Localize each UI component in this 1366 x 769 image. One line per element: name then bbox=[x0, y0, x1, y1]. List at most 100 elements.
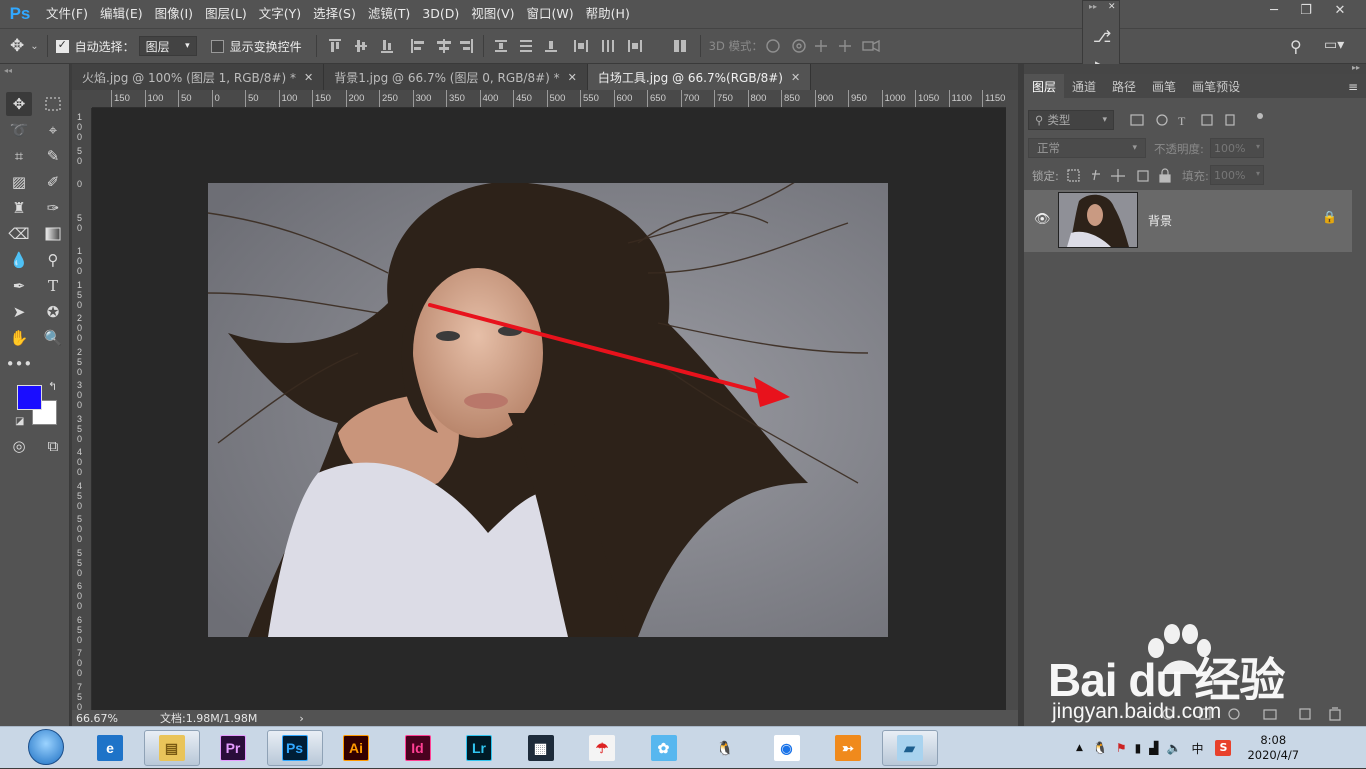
clock[interactable]: 8:08 2020/4/7 bbox=[1247, 733, 1299, 763]
default-colors-icon[interactable]: ◪ bbox=[15, 416, 24, 427]
vertical-scrollbar[interactable] bbox=[1006, 90, 1018, 710]
blur-tool-icon[interactable]: 💧 bbox=[6, 248, 32, 272]
move-tool-icon[interactable]: ✥ bbox=[10, 36, 24, 56]
sogou-icon[interactable]: S bbox=[1215, 740, 1232, 756]
lock-icons[interactable] bbox=[1066, 168, 1176, 184]
filter-icons[interactable]: T bbox=[1128, 112, 1278, 130]
lasso-tool-icon[interactable]: ➰ bbox=[6, 118, 32, 142]
pen-tool-icon[interactable]: ✒ bbox=[6, 274, 32, 298]
expand-icon[interactable]: ▸▸ bbox=[1352, 63, 1360, 72]
show-transform-checkbox[interactable] bbox=[210, 39, 224, 53]
marquee-tool-icon[interactable] bbox=[40, 92, 66, 116]
document-tab[interactable]: 白场工具.jpg @ 66.7%(RGB/8#) ✕ bbox=[587, 64, 812, 90]
menu-item[interactable]: 视图(V) bbox=[465, 0, 520, 28]
gradient-tool-icon[interactable] bbox=[40, 222, 66, 246]
ruler-top[interactable]: 150 100 50 0 50 100 150 200 250 300 350 400 450 500 55… bbox=[92, 90, 1006, 108]
collapse-icon[interactable]: ◂◂ bbox=[4, 66, 12, 75]
panel-tab[interactable]: 图层 bbox=[1024, 74, 1065, 98]
blend-mode-dropdown[interactable]: 正常 ▾ bbox=[1028, 138, 1146, 158]
type-tool-icon[interactable]: T bbox=[40, 274, 66, 298]
brush-tool-icon[interactable]: ✐ bbox=[40, 170, 66, 194]
3d-mode-icons[interactable] bbox=[763, 36, 893, 56]
collapse-icon[interactable]: ▸▸ bbox=[1089, 2, 1097, 11]
panel-tab[interactable]: 通道 bbox=[1064, 74, 1104, 98]
more-tools-icon[interactable]: ••• bbox=[6, 352, 33, 376]
foreground-color-chip[interactable] bbox=[17, 385, 42, 410]
quick-select-tool-icon[interactable]: ⌖ bbox=[40, 118, 66, 142]
volume-tray-icon[interactable]: 🔈 bbox=[1166, 741, 1181, 755]
auto-select-target-dropdown[interactable]: 图层 ▾ bbox=[138, 36, 197, 56]
clone-stamp-tool-icon[interactable]: ♜ bbox=[6, 196, 32, 220]
layer-row[interactable]: 👁 背景 🔒 bbox=[1024, 190, 1352, 252]
move-tool-icon[interactable]: ✥ bbox=[6, 92, 32, 116]
hand-tool-icon[interactable]: ✋ bbox=[6, 326, 32, 350]
zoom-level[interactable]: 66.67% bbox=[76, 712, 146, 725]
network-tray-icon[interactable]: ▟ bbox=[1149, 741, 1158, 755]
taskbar-app-video[interactable]: ▦ bbox=[513, 730, 569, 766]
taskbar-app-note[interactable]: ▰ bbox=[881, 730, 938, 766]
document-image[interactable] bbox=[208, 183, 888, 637]
quick-mask-icon[interactable]: ◎ bbox=[6, 434, 32, 458]
taskbar-app-lightroom[interactable]: Lr bbox=[451, 730, 507, 766]
taskbar-app-umbrella[interactable]: ☂ bbox=[574, 730, 630, 766]
opacity-input[interactable]: 100% ▾ bbox=[1210, 138, 1264, 158]
status-menu-arrow[interactable]: › bbox=[299, 712, 303, 725]
close-icon[interactable]: ✕ bbox=[791, 71, 800, 84]
panel-tab[interactable]: 画笔预设 bbox=[1184, 74, 1248, 98]
dodge-tool-icon[interactable]: ⚲ bbox=[40, 248, 66, 272]
swap-colors-icon[interactable]: ↰ bbox=[48, 380, 57, 393]
menu-item[interactable]: 窗口(W) bbox=[521, 0, 580, 28]
eye-icon[interactable]: 👁 bbox=[1034, 212, 1051, 227]
taskbar-app-photoshop[interactable]: Ps bbox=[266, 730, 323, 766]
menu-item[interactable]: 3D(D) bbox=[416, 0, 465, 28]
taskbar-app-orange[interactable]: ➳ bbox=[820, 730, 876, 766]
crop-tool-icon[interactable]: ⌗ bbox=[6, 144, 32, 168]
history-icon[interactable]: ⎇ bbox=[1093, 27, 1111, 46]
menu-item[interactable]: 选择(S) bbox=[307, 0, 362, 28]
close-icon[interactable]: ✕ bbox=[304, 71, 313, 84]
workspace-icon[interactable]: ▭▾ bbox=[1324, 37, 1344, 53]
document-tab[interactable]: 背景1.jpg @ 66.7% (图层 0, RGB/8#) * ✕ bbox=[324, 64, 588, 90]
menu-item[interactable]: 滤镜(T) bbox=[362, 0, 416, 28]
restore-button[interactable]: ❐ bbox=[1290, 0, 1322, 22]
layer-filter-dropdown[interactable]: ⚲ 类型 ▾ bbox=[1028, 110, 1114, 130]
menu-item[interactable]: 图层(L) bbox=[199, 0, 253, 28]
healing-brush-tool-icon[interactable]: ▨ bbox=[6, 170, 32, 194]
taskbar-app-indesign[interactable]: Id bbox=[390, 730, 446, 766]
flag-tray-icon[interactable]: ⚑ bbox=[1116, 741, 1127, 755]
panel-tab[interactable]: 路径 bbox=[1104, 74, 1144, 98]
taskbar-app-qq[interactable]: 🐧 bbox=[697, 730, 753, 766]
taskbar-app-bird[interactable]: ✿ bbox=[636, 730, 692, 766]
distribute-icons[interactable] bbox=[492, 36, 692, 56]
close-button[interactable]: ✕ bbox=[1324, 0, 1356, 22]
custom-shape-tool-icon[interactable]: ✪ bbox=[40, 300, 66, 324]
taskbar-app-ie[interactable]: e bbox=[82, 730, 138, 766]
taskbar-app-chrome[interactable]: ◉ bbox=[759, 730, 815, 766]
menu-item[interactable]: 文件(F) bbox=[40, 0, 94, 28]
ruler-left[interactable]: 100 50 0 50 100 150 200 250 300 350 400 450 500 550 60… bbox=[72, 108, 92, 710]
taskbar-app-explorer[interactable]: ▤ bbox=[143, 730, 200, 766]
auto-select-checkbox[interactable] bbox=[55, 38, 69, 53]
history-brush-tool-icon[interactable]: ✑ bbox=[40, 196, 66, 220]
close-icon[interactable]: ✕ bbox=[1108, 2, 1116, 12]
ime-indicator[interactable]: 中 bbox=[1191, 740, 1203, 757]
start-button[interactable] bbox=[28, 729, 64, 765]
menu-item[interactable]: 文字(Y) bbox=[253, 0, 307, 28]
menu-item[interactable]: 帮助(H) bbox=[580, 0, 636, 28]
taskbar-app-illustrator[interactable]: Ai bbox=[328, 730, 384, 766]
taskbar-app-premiere[interactable]: Pr bbox=[205, 730, 261, 766]
fill-input[interactable]: 100% ▾ bbox=[1210, 165, 1264, 185]
panel-menu-icon[interactable]: ≡ bbox=[1348, 80, 1358, 94]
minimize-button[interactable]: ─ bbox=[1258, 0, 1290, 22]
menu-item[interactable]: 图像(I) bbox=[149, 0, 199, 28]
layer-name[interactable]: 背景 bbox=[1148, 212, 1172, 229]
eraser-tool-icon[interactable]: ⌫ bbox=[6, 222, 32, 246]
panel-tab[interactable]: 画笔 bbox=[1144, 74, 1184, 98]
align-icons[interactable] bbox=[325, 36, 475, 56]
close-icon[interactable]: ✕ bbox=[568, 71, 577, 84]
tool-preset-chevron-icon[interactable]: ⌄ bbox=[30, 41, 38, 52]
canvas-area[interactable] bbox=[92, 108, 1006, 710]
screen-mode-icon[interactable]: ⧉ bbox=[40, 434, 66, 458]
path-selection-tool-icon[interactable]: ➤ bbox=[6, 300, 32, 324]
search-icon[interactable]: ⚲ bbox=[1290, 37, 1302, 56]
